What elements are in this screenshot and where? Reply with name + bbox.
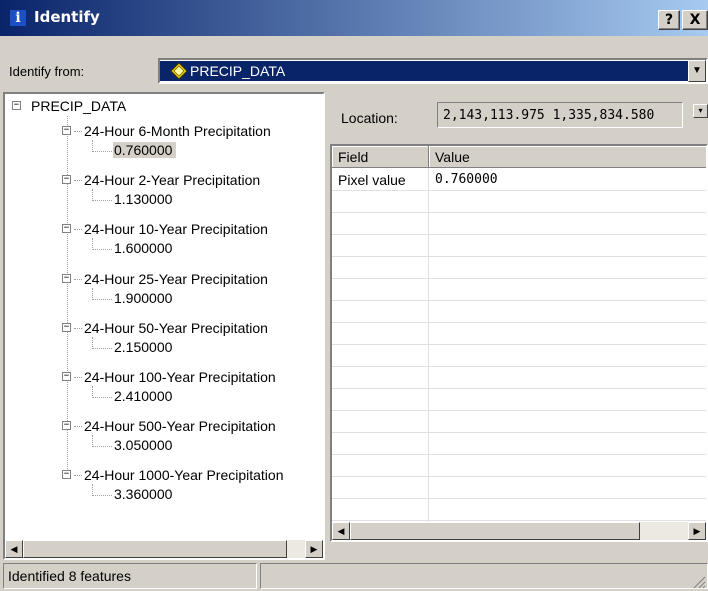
tree-connector <box>74 328 82 329</box>
location-label: Location: <box>341 110 398 126</box>
tree-connector <box>74 279 82 280</box>
tree-node-label[interactable]: 24-Hour 25-Year Precipitation <box>84 271 268 287</box>
collapse-icon[interactable]: − <box>62 470 71 479</box>
dropdown-selection: PRECIP_DATA <box>160 61 688 81</box>
dropdown-value: PRECIP_DATA <box>190 63 286 79</box>
grid-row-line <box>332 476 706 477</box>
tree-leaf-value[interactable]: 2.150000 <box>113 339 176 355</box>
grid-row-line <box>332 256 706 257</box>
tree-leaf-value[interactable]: 0.760000 <box>113 142 177 158</box>
cell-value: 0.760000 <box>435 172 498 187</box>
tree-node-label[interactable]: 24-Hour 2-Year Precipitation <box>84 172 260 188</box>
scroll-thumb[interactable] <box>350 522 640 540</box>
grid-row-line <box>332 278 706 279</box>
collapse-icon[interactable]: − <box>62 126 71 135</box>
column-header-field[interactable]: Field <box>332 146 429 168</box>
scroll-thumb[interactable] <box>23 540 287 558</box>
grid-row-line <box>332 322 706 323</box>
tree-connector <box>92 435 93 445</box>
collapse-icon[interactable]: − <box>62 224 71 233</box>
collapse-icon[interactable]: − <box>12 101 21 110</box>
tree-connector <box>74 475 82 476</box>
collapse-icon[interactable]: − <box>62 372 71 381</box>
grid-row-line <box>332 520 706 521</box>
raster-layer-icon <box>170 62 188 80</box>
location-field[interactable]: 2,143,113.975 1,335,834.580 <box>437 102 683 128</box>
grid-row-line <box>332 344 706 345</box>
tree-connector <box>74 131 82 132</box>
tree-leaf-value[interactable]: 3.050000 <box>113 437 176 453</box>
tree-node-label[interactable]: 24-Hour 50-Year Precipitation <box>84 320 268 336</box>
collapse-icon[interactable]: − <box>62 175 71 184</box>
grid-row-line <box>332 212 706 213</box>
feature-tree[interactable]: − PRECIP_DATA − 24-Hour 6-Month Precipitati… <box>3 92 325 560</box>
grid-horizontal-scrollbar[interactable]: ◀ ▶ <box>332 522 706 540</box>
tree-node-label[interactable]: 24-Hour 500-Year Precipitation <box>84 418 276 434</box>
tree-node-label[interactable]: 24-Hour 100-Year Precipitation <box>84 369 276 385</box>
tree-node-label[interactable]: 24-Hour 6-Month Precipitation <box>84 123 271 139</box>
tree-connector <box>92 249 112 250</box>
grid-row-line <box>332 300 706 301</box>
status-text: Identified 8 features <box>8 568 131 584</box>
tree-connector <box>74 180 82 181</box>
tree-node-label[interactable]: 24-Hour 1000-Year Precipitation <box>84 467 284 483</box>
column-divider <box>428 168 429 540</box>
grid-row-line <box>332 432 706 433</box>
tree-node-label[interactable]: 24-Hour 10-Year Precipitation <box>84 221 268 237</box>
help-button[interactable]: ? <box>658 10 680 30</box>
column-header-value[interactable]: Value <box>429 146 706 168</box>
status-pane-secondary <box>260 563 708 589</box>
tree-connector <box>92 397 112 398</box>
collapse-icon[interactable]: − <box>62 421 71 430</box>
grid-row-line <box>332 388 706 389</box>
tree-connector <box>92 348 112 349</box>
tree-connector <box>92 238 93 248</box>
tree-connector <box>74 229 82 230</box>
tree-connector <box>92 495 112 496</box>
window-title: Identify <box>34 8 100 26</box>
grid-row-line <box>332 190 706 191</box>
tree-leaf-value[interactable]: 1.130000 <box>113 191 176 207</box>
close-button[interactable]: X <box>682 10 708 30</box>
tree-horizontal-scrollbar[interactable]: ◀ ▶ <box>5 540 323 558</box>
tree-connector <box>92 288 93 298</box>
attribute-grid[interactable]: Field Value Pixel value 0.760000 ◀ ▶ <box>330 144 708 542</box>
grid-row-line <box>332 454 706 455</box>
collapse-icon[interactable]: − <box>62 323 71 332</box>
grid-row-line <box>332 366 706 367</box>
identify-from-label: Identify from: <box>9 64 85 79</box>
tree-root-label[interactable]: PRECIP_DATA <box>31 98 126 114</box>
title-bar[interactable] <box>0 0 708 36</box>
tree-connector <box>92 299 112 300</box>
chevron-down-icon[interactable]: ▼ <box>688 60 706 82</box>
tree-leaf-value[interactable]: 1.900000 <box>113 290 176 306</box>
tree-connector <box>92 484 93 494</box>
scroll-right-icon[interactable]: ▶ <box>688 522 706 540</box>
tree-connector <box>92 386 93 396</box>
resize-grip-icon[interactable] <box>690 573 706 589</box>
info-icon: i <box>10 10 26 26</box>
tree-connector <box>92 151 112 152</box>
grid-row-line <box>332 498 706 499</box>
collapse-icon[interactable]: − <box>62 274 71 283</box>
grid-row-line <box>332 234 706 235</box>
tree-leaf-value[interactable]: 3.360000 <box>113 486 176 502</box>
tree-connector <box>92 140 93 150</box>
tree-connector <box>92 200 112 201</box>
tree-connector <box>74 426 82 427</box>
tree-leaf-value[interactable]: 1.600000 <box>113 240 176 256</box>
cell-field: Pixel value <box>338 172 406 188</box>
tree-connector <box>92 446 112 447</box>
tree-connector <box>74 377 82 378</box>
scroll-right-icon[interactable]: ▶ <box>305 540 323 558</box>
location-menu-icon[interactable]: ▾ <box>693 104 708 118</box>
tree-connector <box>92 189 93 199</box>
scroll-left-icon[interactable]: ◀ <box>332 522 350 540</box>
grid-row-line <box>332 410 706 411</box>
identify-from-dropdown[interactable]: PRECIP_DATA ▼ <box>158 58 708 84</box>
scroll-left-icon[interactable]: ◀ <box>5 540 23 558</box>
tree-leaf-value[interactable]: 2.410000 <box>113 388 176 404</box>
tree-connector <box>92 337 93 347</box>
